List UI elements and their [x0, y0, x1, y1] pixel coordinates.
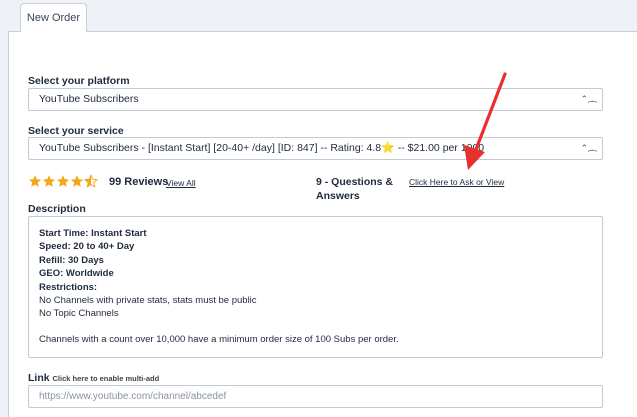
platform-select[interactable]: YouTube Subscribers ⌃︷ — [28, 88, 603, 111]
desc-speed: Speed: 20 to 40+ Day — [39, 241, 135, 253]
desc-min-order: Channels with a count over 10,000 have a… — [39, 333, 399, 345]
link-input[interactable] — [28, 385, 603, 408]
star-half-icon — [84, 174, 98, 188]
desc-geo: GEO: Worldwide — [39, 268, 114, 280]
questions-answers-count: 9 - Questions & Answers — [316, 176, 394, 202]
service-select[interactable]: YouTube Subscribers - [Instant Start] [2… — [28, 137, 603, 160]
view-all-link[interactable]: View All — [166, 178, 196, 188]
reviews-count: 99 Reviews — [109, 176, 169, 188]
star-icon — [28, 175, 42, 187]
star-emoji-icon: ⭐ — [381, 142, 395, 154]
desc-refill: Refill: 30 Days — [39, 254, 104, 266]
star-icon — [42, 175, 56, 187]
service-select-price: -- $21.00 per 1000 — [394, 142, 485, 154]
desc-start-time: Start Time: Instant Start — [39, 228, 147, 239]
platform-select-value: YouTube Subscribers — [39, 93, 139, 105]
description-box: Start Time: Instant Start Speed: 20 to 4… — [28, 216, 603, 358]
multi-add-link[interactable]: Click here to enable multi-add — [53, 374, 160, 383]
ask-or-view-link[interactable]: Click Here to Ask or View — [409, 177, 504, 187]
platform-label: Select your platform — [28, 75, 130, 87]
chevron-down-icon: ⌃︷ — [580, 94, 597, 104]
link-label: Link Click here to enable multi-add — [28, 372, 159, 384]
service-label: Select your service — [28, 125, 124, 137]
star-icon — [70, 175, 84, 187]
rating-stars — [28, 172, 98, 190]
chevron-down-icon: ⌃︷ — [580, 143, 597, 153]
service-select-value: YouTube Subscribers - [Instant Start] [2… — [39, 142, 382, 154]
desc-restriction-private: No Channels with private stats, stats mu… — [39, 295, 257, 307]
star-icon — [56, 175, 70, 187]
link-label-text: Link — [28, 372, 50, 384]
desc-restrictions: Restrictions: — [39, 281, 98, 293]
desc-restriction-topic: No Topic Channels — [39, 308, 119, 320]
tab-new-order[interactable]: New Order — [20, 3, 87, 32]
description-label: Description — [28, 203, 86, 215]
